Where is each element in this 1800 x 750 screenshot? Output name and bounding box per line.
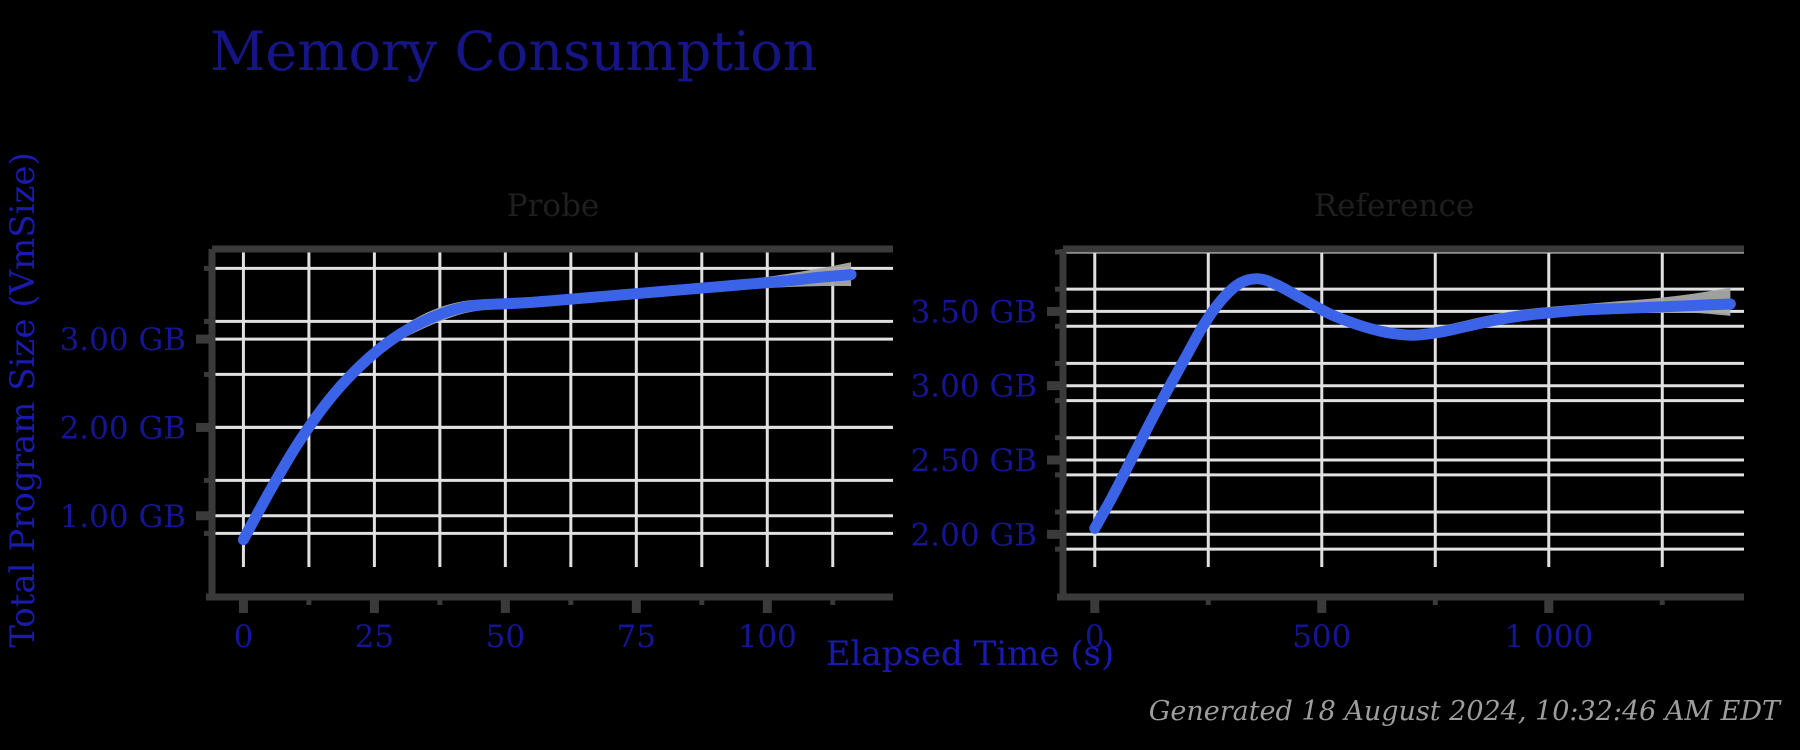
plot-area-background bbox=[1063, 249, 1744, 567]
x-tick-label: 100 bbox=[738, 619, 797, 655]
y-tick-label: 3.50 GB bbox=[911, 294, 1037, 330]
panel-title: Probe bbox=[507, 188, 600, 224]
x-tick-label: 50 bbox=[486, 619, 525, 655]
memory-consumption-figure: Memory Consumption Total Program Size (V… bbox=[0, 0, 1800, 750]
x-tick-label: 0 bbox=[1085, 619, 1105, 655]
figure-root: Memory Consumption Total Program Size (V… bbox=[0, 0, 1800, 750]
y-tick-label: 1.00 GB bbox=[60, 499, 186, 535]
x-tick-label: 0 bbox=[234, 619, 254, 655]
y-tick-label: 3.00 GB bbox=[60, 322, 186, 358]
page-title: Memory Consumption bbox=[210, 20, 818, 83]
x-tick-label: 500 bbox=[1292, 619, 1351, 655]
y-tick-label: 2.00 GB bbox=[911, 517, 1037, 553]
y-tick-label: 2.50 GB bbox=[911, 443, 1037, 479]
x-tick-label: 1 000 bbox=[1504, 619, 1593, 655]
y-axis-label: Total Program Size (VmSize) bbox=[3, 152, 43, 648]
x-axis-label: Elapsed Time (s) bbox=[826, 634, 1115, 674]
x-tick-label: 25 bbox=[355, 619, 394, 655]
x-tick-label: 75 bbox=[617, 619, 656, 655]
y-tick-label: 2.00 GB bbox=[60, 410, 186, 446]
panel-title: Reference bbox=[1314, 188, 1474, 224]
y-tick-label: 3.00 GB bbox=[911, 369, 1037, 405]
generated-timestamp: Generated 18 August 2024, 10:32:46 AM ED… bbox=[1149, 696, 1782, 727]
